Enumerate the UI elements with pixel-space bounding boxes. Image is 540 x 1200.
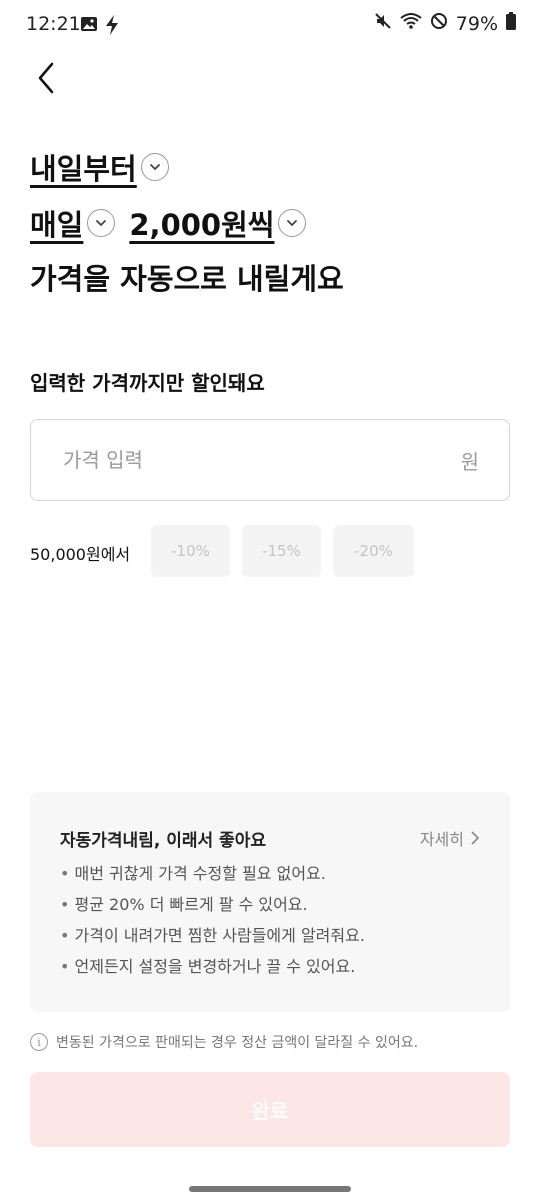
chevron-down-icon <box>140 153 169 181</box>
frequency-selector[interactable]: 매일 <box>30 202 116 244</box>
discount-10-button[interactable]: -10% <box>151 525 230 577</box>
battery-icon <box>506 12 516 35</box>
chevron-left-icon <box>38 62 54 94</box>
list-item: 언제든지 설정을 변경하거나 끌 수 있어요. <box>60 951 365 982</box>
status-time: 12:21 <box>26 13 81 35</box>
headline-rest: 가격을 자동으로 내릴게요 <box>30 262 344 296</box>
wifi-icon <box>400 12 422 35</box>
benefits-list: 매번 귀찮게 가격 수정할 필요 없어요. 평균 20% 더 빠르게 팔 수 있… <box>60 858 365 982</box>
mute-icon <box>374 12 392 35</box>
price-input-field[interactable]: 원 <box>30 419 510 501</box>
list-item: 매번 귀찮게 가격 수정할 필요 없어요. <box>60 858 365 889</box>
benefits-title: 자동가격내림, 이래서 좋아요 <box>60 831 266 851</box>
details-link-label: 자세히 <box>419 830 464 849</box>
back-button[interactable] <box>30 58 70 98</box>
do-not-disturb-icon <box>430 12 448 35</box>
done-button[interactable]: 완료 <box>30 1072 510 1147</box>
chevron-right-icon <box>471 831 480 845</box>
minimum-price-label: 입력한 가격까지만 할인돼요 <box>30 371 265 395</box>
frequency-amount-row: 매일 2,000원씩 <box>30 202 307 244</box>
currency-unit: 원 <box>460 449 479 474</box>
discount-20-button[interactable]: -20% <box>333 525 414 577</box>
settlement-notice: i 변동된 가격으로 판매되는 경우 정산 금액이 달라질 수 있어요. <box>30 1032 418 1052</box>
start-date-selector[interactable]: 내일부터 <box>30 146 169 188</box>
battery-text: 79% <box>455 12 498 35</box>
chevron-down-icon <box>278 209 307 237</box>
notice-text: 변동된 가격으로 판매되는 경우 정산 금액이 달라질 수 있어요. <box>56 1035 419 1051</box>
discount-15-button[interactable]: -15% <box>242 525 321 577</box>
lightning-icon <box>104 15 120 39</box>
frequency-value: 매일 <box>30 208 84 242</box>
gallery-icon <box>80 15 98 39</box>
amount-selector[interactable]: 2,000원씩 <box>129 202 307 244</box>
info-icon: i <box>30 1033 48 1051</box>
base-price-label: 50,000원에서 <box>30 545 131 564</box>
amount-value: 2,000원씩 <box>129 208 275 242</box>
price-input[interactable] <box>61 447 365 473</box>
start-date-value: 내일부터 <box>30 152 137 186</box>
home-indicator[interactable] <box>189 1186 351 1192</box>
list-item: 가격이 내려가면 찜한 사람들에게 알려줘요. <box>60 920 365 951</box>
status-bar: 12:21 79% <box>0 0 540 50</box>
details-link[interactable]: 자세히 <box>420 826 480 850</box>
list-item: 평균 20% 더 빠르게 팔 수 있어요. <box>60 889 365 920</box>
chevron-down-icon <box>87 209 116 237</box>
